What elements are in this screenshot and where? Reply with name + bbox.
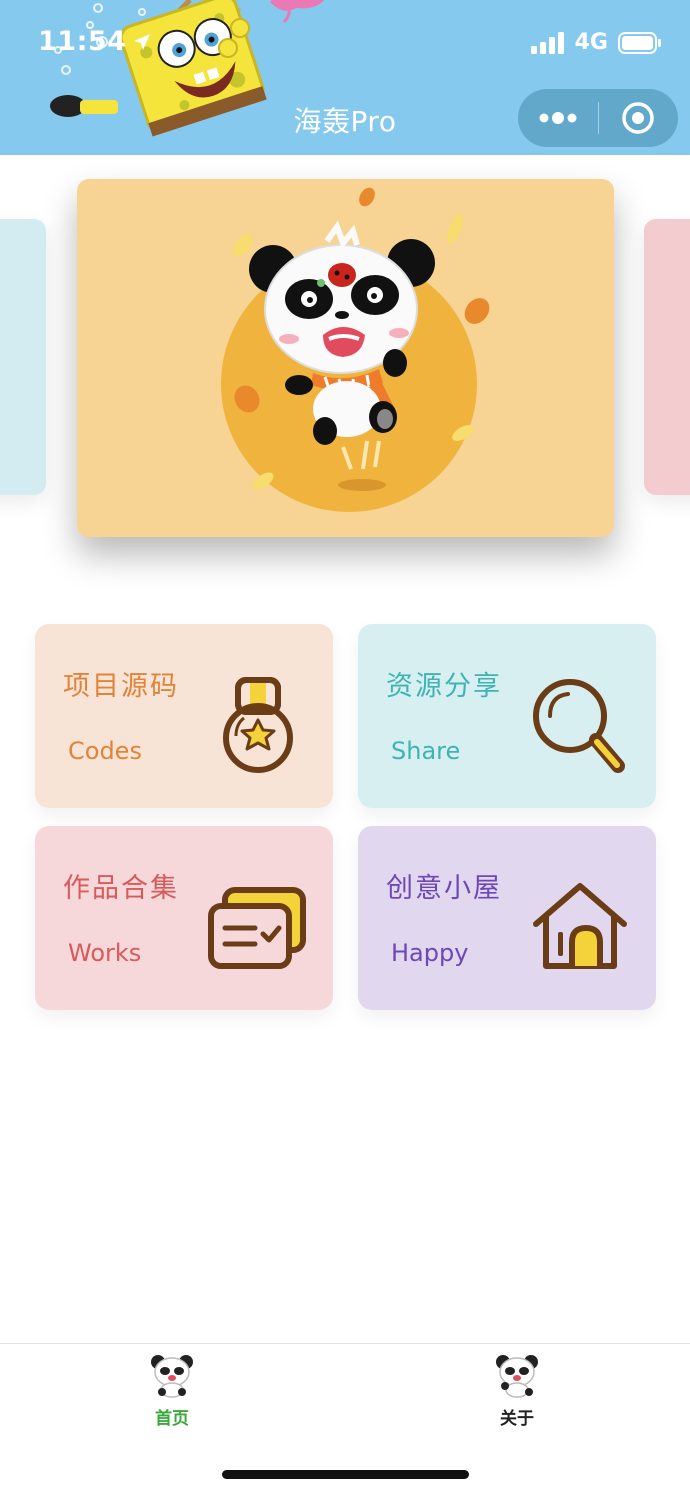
menu-card-title: 创意小屋 bbox=[386, 873, 502, 904]
tab-about-label: 关于 bbox=[500, 1409, 534, 1429]
menu-card-subtitle: Share bbox=[391, 737, 461, 765]
panda-autumn-illustration bbox=[221, 187, 490, 512]
menu-card-happy[interactable]: 创意小屋 Happy bbox=[358, 826, 656, 1010]
status-time: 11:54 bbox=[38, 26, 152, 57]
carousel-slide-next[interactable] bbox=[644, 219, 690, 495]
menu-card-title: 项目源码 bbox=[63, 671, 179, 702]
menu-card-codes[interactable]: 项目源码 Codes bbox=[35, 624, 333, 808]
menu-card-subtitle: Codes bbox=[68, 737, 142, 765]
tab-home[interactable]: 首页 bbox=[112, 1352, 232, 1429]
carousel-slide-active[interactable] bbox=[77, 179, 614, 537]
panda-icon bbox=[496, 1355, 538, 1398]
close-button[interactable] bbox=[599, 89, 679, 147]
more-dots-icon bbox=[539, 112, 577, 124]
mini-program-capsule bbox=[518, 89, 678, 147]
network-type: 4G bbox=[574, 30, 608, 55]
panda-icon bbox=[151, 1355, 193, 1398]
header: 11:54 4G 海轰Pro bbox=[0, 0, 690, 155]
menu-card-share[interactable]: 资源分享 Share bbox=[358, 624, 656, 808]
status-time-text: 11:54 bbox=[38, 26, 127, 57]
close-target-icon bbox=[622, 102, 654, 134]
menu-card-works[interactable]: 作品合集 Works bbox=[35, 826, 333, 1010]
search-icon bbox=[533, 679, 625, 773]
tab-home-label: 首页 bbox=[155, 1409, 189, 1429]
location-arrow-icon bbox=[134, 33, 151, 50]
menu-card-subtitle: Works bbox=[68, 939, 142, 967]
cards-check-icon bbox=[208, 887, 306, 969]
more-button[interactable] bbox=[518, 89, 598, 147]
screen: 11:54 4G 海轰Pro 项目源码 Codes 资源分享 Share 作品合… bbox=[0, 0, 690, 1494]
menu-card-title: 资源分享 bbox=[386, 671, 502, 702]
status-right: 4G bbox=[530, 30, 662, 55]
menu-card-title: 作品合集 bbox=[63, 873, 179, 904]
signal-icon bbox=[530, 31, 564, 54]
tab-about[interactable]: 关于 bbox=[457, 1352, 577, 1429]
house-icon bbox=[533, 883, 627, 969]
battery-icon bbox=[618, 31, 661, 54]
home-indicator[interactable] bbox=[222, 1470, 469, 1479]
medal-icon bbox=[223, 677, 293, 773]
menu-card-subtitle: Happy bbox=[391, 939, 469, 967]
carousel-slide-prev[interactable] bbox=[0, 219, 46, 495]
